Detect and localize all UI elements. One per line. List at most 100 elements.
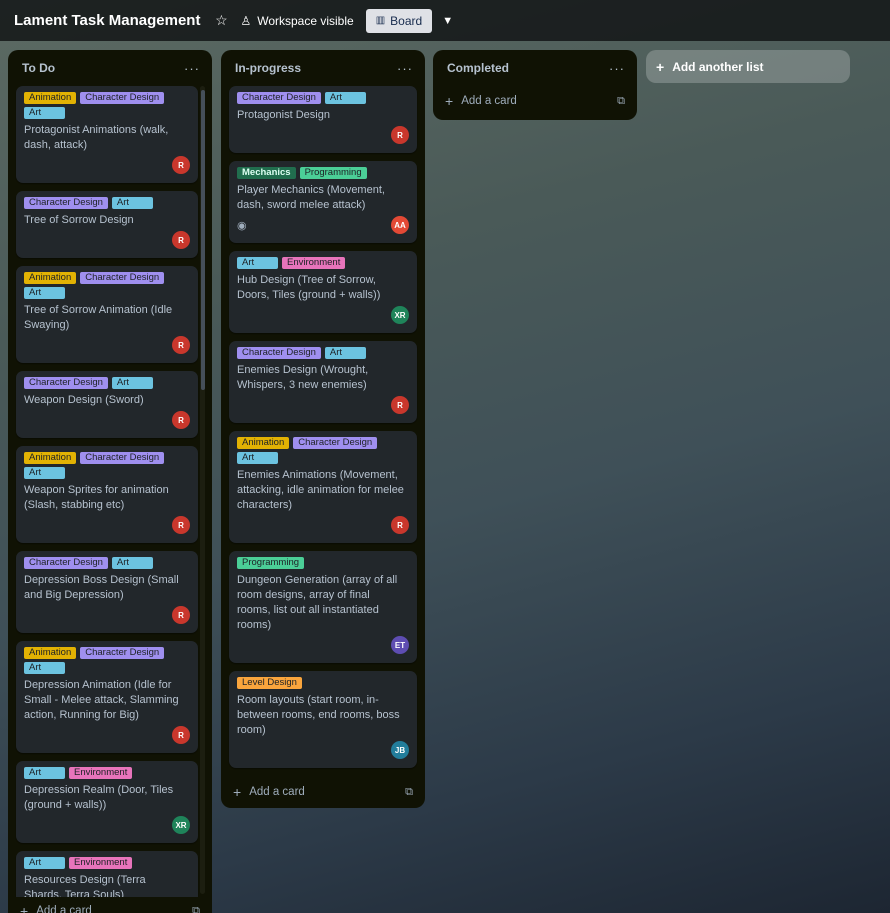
list-menu-icon[interactable]: ··· [184, 61, 200, 76]
add-list-button[interactable]: + Add another list [646, 50, 850, 83]
list-menu-icon[interactable]: ··· [397, 61, 413, 76]
card[interactable]: Animation Character Design Art Depression A… [16, 641, 198, 753]
card-label[interactable]: Character Design [80, 272, 165, 284]
card-title: Depression Animation (Idle for Small - M… [24, 679, 179, 721]
add-card-button[interactable]: + Add a card ⧉ [221, 776, 425, 808]
card-label[interactable]: Art [111, 557, 153, 569]
avatar[interactable]: R [172, 726, 190, 744]
card[interactable]: Level Design Room layouts (start room, in… [229, 671, 417, 768]
card[interactable]: Animation Character Design Art Enemies Anim… [229, 431, 417, 543]
list-title[interactable]: Completed [447, 61, 509, 75]
card-title: Tree of Sorrow Design [24, 214, 134, 226]
card[interactable]: Character Design Art Protagonist Design R [229, 86, 417, 153]
card[interactable]: Character Design Art Depression Boss Desig… [16, 551, 198, 633]
card-label[interactable]: Character Design [24, 197, 108, 209]
scrollbar-thumb[interactable] [201, 90, 205, 390]
avatar[interactable]: ET [391, 636, 409, 654]
star-icon[interactable]: ☆ [214, 12, 228, 29]
board-title[interactable]: Lament Task Management [14, 12, 200, 29]
card-label[interactable]: Animation [24, 272, 77, 284]
list-menu-icon[interactable]: ··· [609, 61, 625, 76]
card-label[interactable]: Character Design [80, 452, 165, 464]
card-footer: R [237, 515, 409, 535]
card-label[interactable]: Environment [69, 857, 133, 869]
card-template-icon[interactable]: ⧉ [405, 786, 413, 799]
list-title[interactable]: To Do [22, 61, 55, 75]
card-label[interactable]: Art [24, 662, 65, 674]
card-label[interactable]: Art [324, 347, 366, 359]
visibility-button[interactable]: ♙ Workspace visible [240, 14, 353, 28]
card-label[interactable]: Animation [237, 437, 290, 449]
card-label[interactable]: Character Design [293, 437, 378, 449]
card-label[interactable]: Art [111, 377, 153, 389]
card-label[interactable]: Art [237, 257, 278, 269]
card-label[interactable]: Art [24, 857, 65, 869]
card-label[interactable]: Programming [299, 167, 367, 179]
card-label[interactable]: Character Design [237, 92, 321, 104]
avatar[interactable]: R [391, 516, 409, 534]
chevron-down-icon[interactable]: ▼ [442, 15, 453, 27]
card-footer: R [24, 515, 190, 535]
card-label[interactable]: Art [324, 92, 366, 104]
avatar[interactable]: R [172, 411, 190, 429]
card-title: Dungeon Generation (array of all room de… [237, 574, 398, 631]
card-title: Player Mechanics (Movement, dash, sword … [237, 184, 385, 211]
card-label[interactable]: Animation [24, 452, 77, 464]
card-label[interactable]: Environment [282, 257, 346, 269]
card-footer: R [237, 125, 409, 145]
card-label[interactable]: Character Design [80, 647, 165, 659]
card-footer: R [24, 605, 190, 625]
card[interactable]: Animation Character Design Art Protagonist … [16, 86, 198, 183]
add-card-button[interactable]: + Add a card ⧉ [8, 897, 212, 913]
card-label[interactable]: Animation [24, 647, 77, 659]
card-label[interactable]: Environment [69, 767, 133, 779]
avatar[interactable]: XR [172, 816, 190, 834]
card[interactable]: Programming Dungeon Generation (array of … [229, 551, 417, 663]
avatar[interactable]: JB [391, 741, 409, 759]
avatar[interactable]: R [391, 396, 409, 414]
card-label[interactable]: Character Design [24, 377, 108, 389]
card-label[interactable]: Art [24, 467, 65, 479]
card-label[interactable]: Art [111, 197, 153, 209]
avatar[interactable]: R [172, 156, 190, 174]
avatar[interactable]: R [172, 231, 190, 249]
card-label[interactable]: Character Design [237, 347, 321, 359]
card-footer: R [24, 410, 190, 430]
avatar[interactable]: R [172, 606, 190, 624]
card[interactable]: Art Environment Hub Design (Tree of Sorrow… [229, 251, 417, 333]
card[interactable]: Character Design Art Weapon Design (Sword)… [16, 371, 198, 438]
visibility-label: Workspace visible [257, 13, 354, 28]
list-title[interactable]: In-progress [235, 61, 301, 75]
card[interactable]: Mechanics Programming Player Mechanics (Mo… [229, 161, 417, 243]
card-label[interactable]: Animation [24, 92, 77, 104]
card-label[interactable]: Art [24, 287, 65, 299]
workspace-icon: ♙ [240, 13, 252, 28]
avatar[interactable]: AA [391, 216, 409, 234]
card[interactable]: Animation Character Design Art Weapon Sprit… [16, 446, 198, 543]
card[interactable]: Animation Character Design Art Tree of Sorr… [16, 266, 198, 363]
avatar[interactable]: R [172, 516, 190, 534]
card-template-icon[interactable]: ⧉ [617, 95, 625, 108]
card-label[interactable]: Level Design [237, 677, 302, 689]
card-labels: Art Environment [24, 767, 190, 779]
card-label[interactable]: Programming [237, 557, 305, 569]
card-footer: R [24, 725, 190, 745]
board-view-button[interactable]: ▥ Board [365, 8, 433, 33]
add-card-button[interactable]: + Add a card ⧉ [433, 86, 637, 116]
card-label[interactable]: Art [237, 452, 278, 464]
avatar[interactable]: XR [391, 306, 409, 324]
card-label[interactable]: Mechanics [237, 167, 296, 179]
card-label[interactable]: Art [24, 107, 65, 119]
card[interactable]: Character Design Art Enemies Design (Wroug… [229, 341, 417, 423]
card-template-icon[interactable]: ⧉ [192, 905, 200, 913]
card-footer: ◉ AA [237, 215, 409, 235]
card[interactable]: Art Environment Depression Realm (Door, Ti… [16, 761, 198, 843]
card-label[interactable]: Art [24, 767, 65, 779]
card-labels: Animation Character Design Art [24, 647, 190, 674]
card[interactable]: Character Design Art Tree of Sorrow Design… [16, 191, 198, 258]
avatar[interactable]: R [172, 336, 190, 354]
avatar[interactable]: R [391, 126, 409, 144]
card-label[interactable]: Character Design [24, 557, 108, 569]
card-label[interactable]: Character Design [80, 92, 165, 104]
card-labels: Character Design Art [24, 197, 190, 209]
